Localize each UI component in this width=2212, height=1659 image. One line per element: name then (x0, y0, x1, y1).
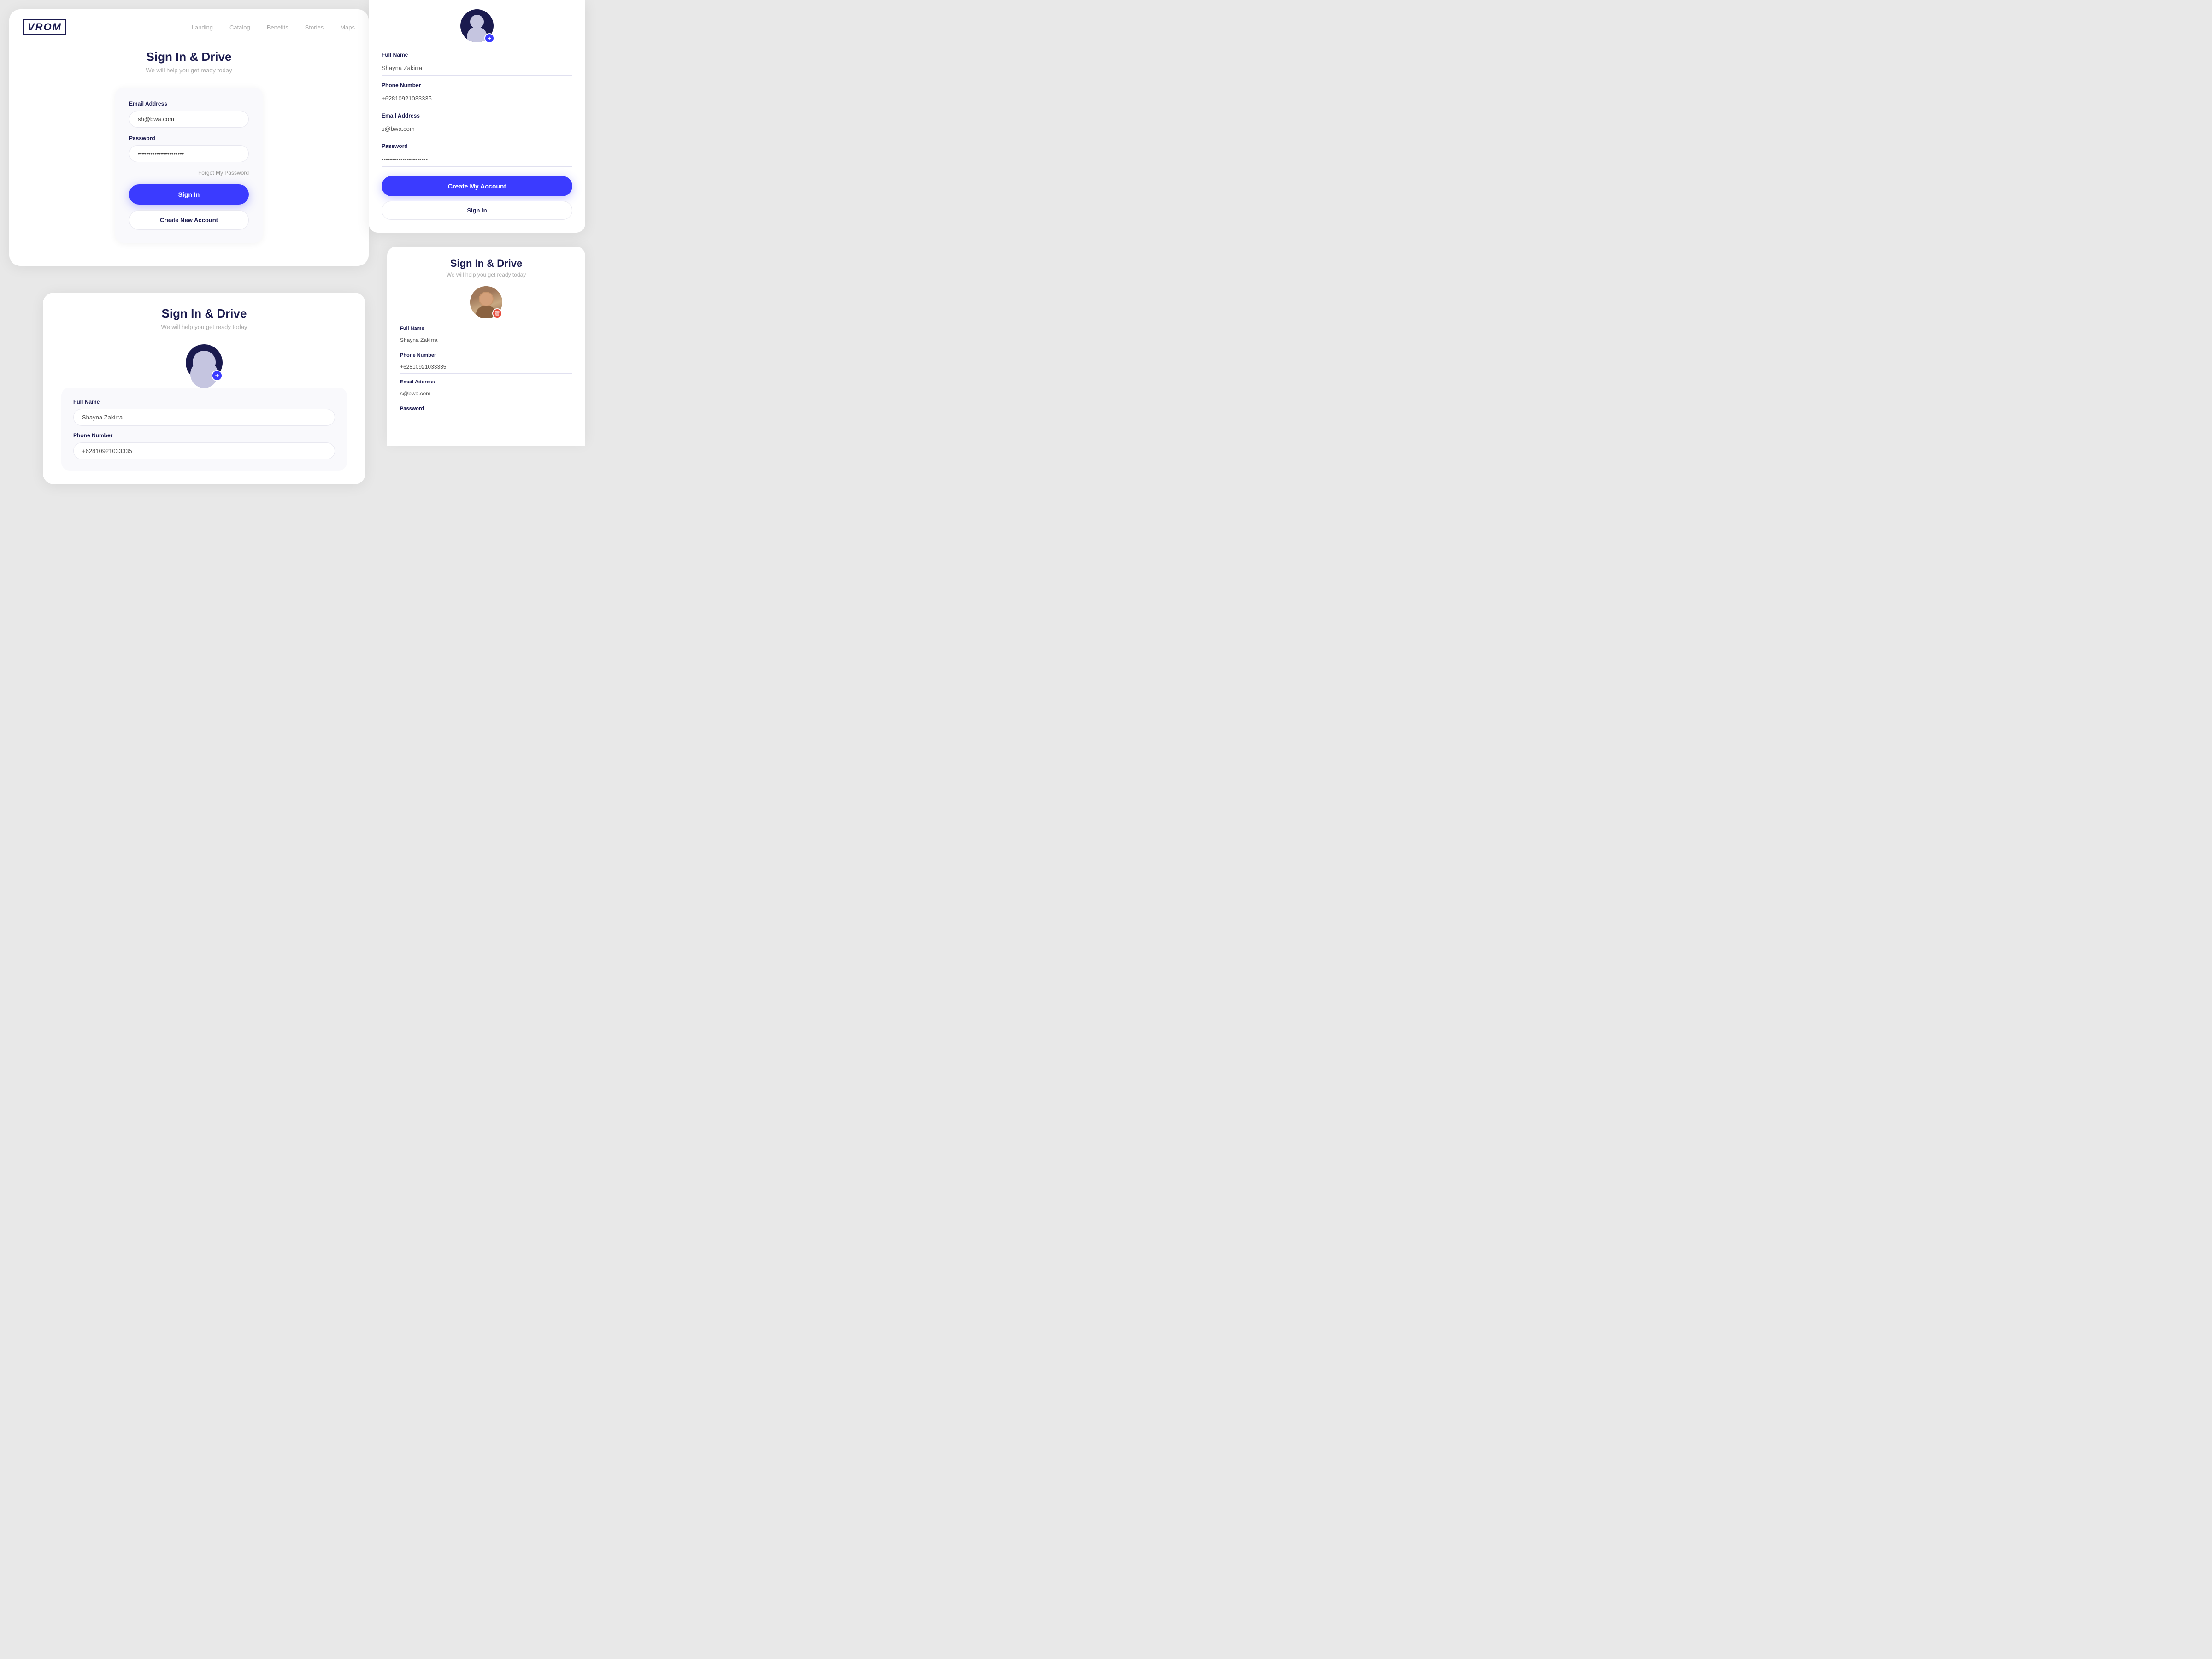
signin-card: VROM Landing Catalog Benefits Stories Ma… (9, 9, 369, 266)
nav-links: Landing Catalog Benefits Stories Maps (192, 24, 355, 31)
email-label-create: Email Address (382, 112, 572, 119)
full-name-label-b: Full Name (73, 399, 335, 405)
email-label: Email Address (129, 100, 249, 107)
avatar-area: + (382, 9, 572, 42)
nav-maps[interactable]: Maps (340, 24, 355, 31)
br-password-label: Password (400, 406, 572, 412)
full-name-group: Full Name (382, 52, 572, 76)
create-account-card-bottom: Sign In & Drive We will help you get rea… (43, 293, 365, 484)
navbar: VROM Landing Catalog Benefits Stories Ma… (9, 9, 369, 45)
br-phone-label: Phone Number (400, 353, 572, 358)
password-group: Password (382, 143, 572, 167)
signin-form: Email Address Password Forgot My Passwor… (115, 88, 263, 243)
avatar-delete-button[interactable]: 🗑 (492, 308, 502, 318)
phone-input-b[interactable] (73, 442, 335, 459)
br-full-name-label: Full Name (400, 326, 572, 331)
email-group: Email Address (382, 112, 572, 136)
app-logo: VROM (23, 19, 66, 35)
signin-title: Sign In & Drive (147, 50, 232, 64)
full-name-input[interactable] (382, 61, 572, 76)
password-label: Password (129, 135, 249, 141)
card-bottom-right: Sign In & Drive We will help you get rea… (387, 247, 585, 446)
signin-secondary-button[interactable]: Sign In (382, 201, 572, 220)
bottom-right-subtitle: We will help you get ready today (400, 271, 572, 278)
create-bottom-subtitle: We will help you get ready today (61, 324, 347, 330)
create-my-account-button[interactable]: Create My Account (382, 176, 572, 196)
full-name-input-b[interactable] (73, 409, 335, 426)
signin-button[interactable]: Sign In (129, 184, 249, 205)
signin-subtitle: We will help you get ready today (146, 67, 232, 74)
avatar-plus-button-bottom[interactable]: + (212, 370, 223, 381)
email-input[interactable] (129, 111, 249, 128)
br-email-label: Email Address (400, 379, 572, 385)
avatar-plus-button[interactable]: + (484, 33, 494, 43)
full-name-label: Full Name (382, 52, 572, 58)
br-phone-input[interactable] (400, 360, 572, 374)
password-label-create: Password (382, 143, 572, 149)
phone-label-b: Phone Number (73, 432, 335, 439)
bottom-right-title: Sign In & Drive (400, 258, 572, 270)
avatar-photo-area: 🗑 (400, 286, 572, 318)
nav-benefits[interactable]: Benefits (267, 24, 288, 31)
create-new-account-button[interactable]: Create New Account (129, 210, 249, 230)
br-email-input[interactable] (400, 387, 572, 400)
bottom-form-card: Full Name Phone Number (61, 388, 347, 471)
password-input-create[interactable] (382, 152, 572, 167)
nav-catalog[interactable]: Catalog (229, 24, 250, 31)
avatar-body (467, 27, 487, 42)
br-password-input[interactable] (400, 414, 572, 427)
signin-body: Sign In & Drive We will help you get rea… (9, 45, 369, 252)
create-account-panel-top: + Full Name Phone Number Email Address P… (369, 0, 585, 233)
avatar-area-bottom: + (61, 344, 347, 381)
phone-group: Phone Number (382, 82, 572, 106)
br-full-name-input[interactable] (400, 334, 572, 347)
create-bottom-title: Sign In & Drive (61, 306, 347, 321)
password-input[interactable] (129, 145, 249, 162)
phone-label: Phone Number (382, 82, 572, 88)
phone-input[interactable] (382, 91, 572, 106)
forgot-password-link[interactable]: Forgot My Password (129, 170, 249, 176)
nav-landing[interactable]: Landing (192, 24, 213, 31)
trash-icon: 🗑 (494, 311, 500, 317)
email-input-create[interactable] (382, 122, 572, 136)
nav-stories[interactable]: Stories (305, 24, 324, 31)
avatar-wrapper: + (186, 344, 223, 381)
